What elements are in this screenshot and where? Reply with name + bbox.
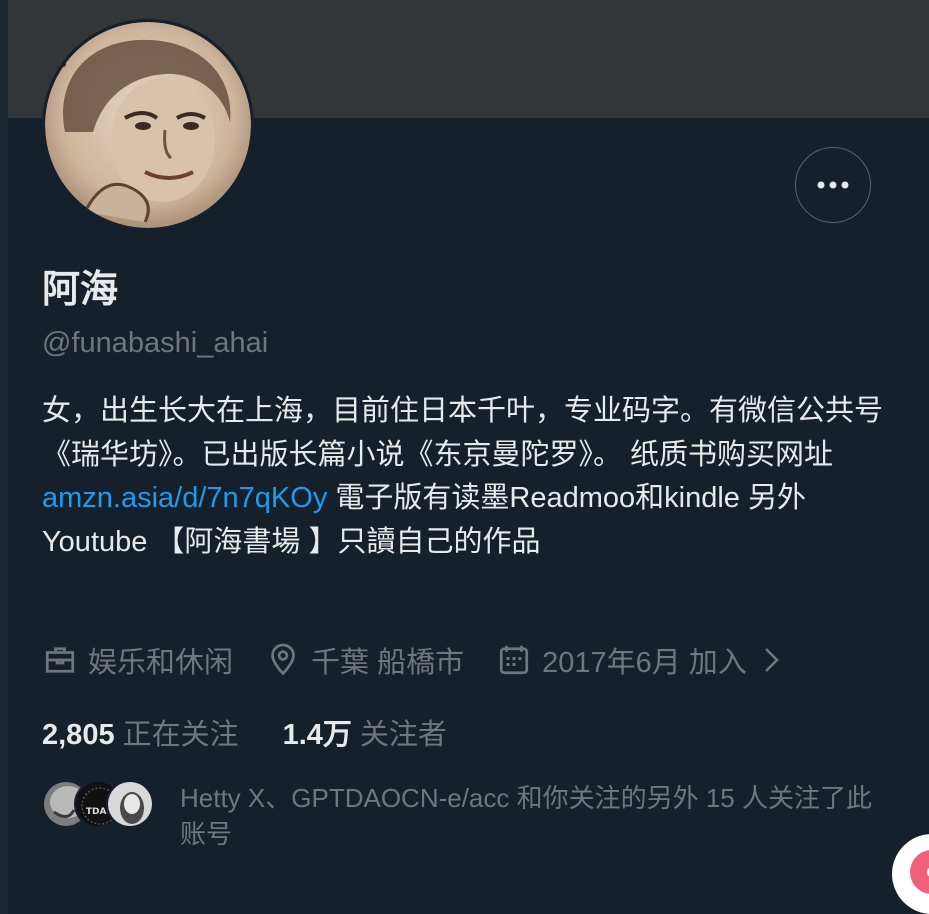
- left-edge-strip: [0, 0, 8, 914]
- bio-link[interactable]: amzn.asia/d/7n7qKOy: [42, 482, 327, 514]
- meta-category-label: 娱乐和休闲: [88, 647, 234, 679]
- bio-text-before: 女，出生长大在上海，目前住日本千叶，专业码字。有微信公共号《瑞华坊》。已出版长篇…: [42, 395, 884, 471]
- following-label: 正在关注: [122, 719, 239, 751]
- calendar-icon: [499, 645, 529, 675]
- follower-avatar: [106, 780, 154, 828]
- chevron-right-icon: [764, 648, 779, 672]
- profile-meta-row: 娱乐和休闲 千葉 船橋市 2017年6月 加入: [42, 638, 825, 682]
- floating-assistant-button[interactable]: ●: [892, 834, 929, 914]
- profile-bio: 女，出生长大在上海，目前住日本千叶，专业码字。有微信公共号《瑞华坊》。已出版长篇…: [42, 390, 892, 564]
- meta-category: 娱乐和休闲: [42, 639, 233, 681]
- meta-joined-label: 2017年6月 加入: [542, 647, 747, 679]
- assistant-icon: ●: [910, 850, 929, 894]
- profile-name: 阿海: [42, 269, 119, 311]
- following-count: 2,805: [42, 719, 115, 751]
- followers-you-know[interactable]: TDAO Hetty X、GPTDAOCN-e/acc 和你关注的另外 15 人…: [42, 780, 890, 852]
- location-pin-icon: [271, 643, 295, 676]
- followers-count: 1.4万: [282, 719, 352, 751]
- followers-link[interactable]: 1.4万 关注者: [283, 714, 447, 756]
- following-link[interactable]: 2,805 正在关注: [42, 714, 239, 756]
- meta-joined[interactable]: 2017年6月 加入: [496, 639, 793, 681]
- profile-handle: @funabashi_ahai: [42, 327, 269, 359]
- profile-stats: 2,805 正在关注 1.4万 关注者: [42, 714, 491, 756]
- briefcase-icon: [45, 647, 75, 673]
- more-options-button[interactable]: [795, 147, 871, 223]
- followers-you-know-text: Hetty X、GPTDAOCN-e/acc 和你关注的另外 15 人关注了此账…: [180, 783, 872, 849]
- followers-label: 关注者: [359, 719, 447, 751]
- profile-avatar[interactable]: [42, 19, 254, 231]
- meta-location: 千葉 船橋市: [265, 639, 464, 681]
- more-horizontal-icon: [817, 181, 849, 189]
- meta-location-label: 千葉 船橋市: [311, 647, 465, 679]
